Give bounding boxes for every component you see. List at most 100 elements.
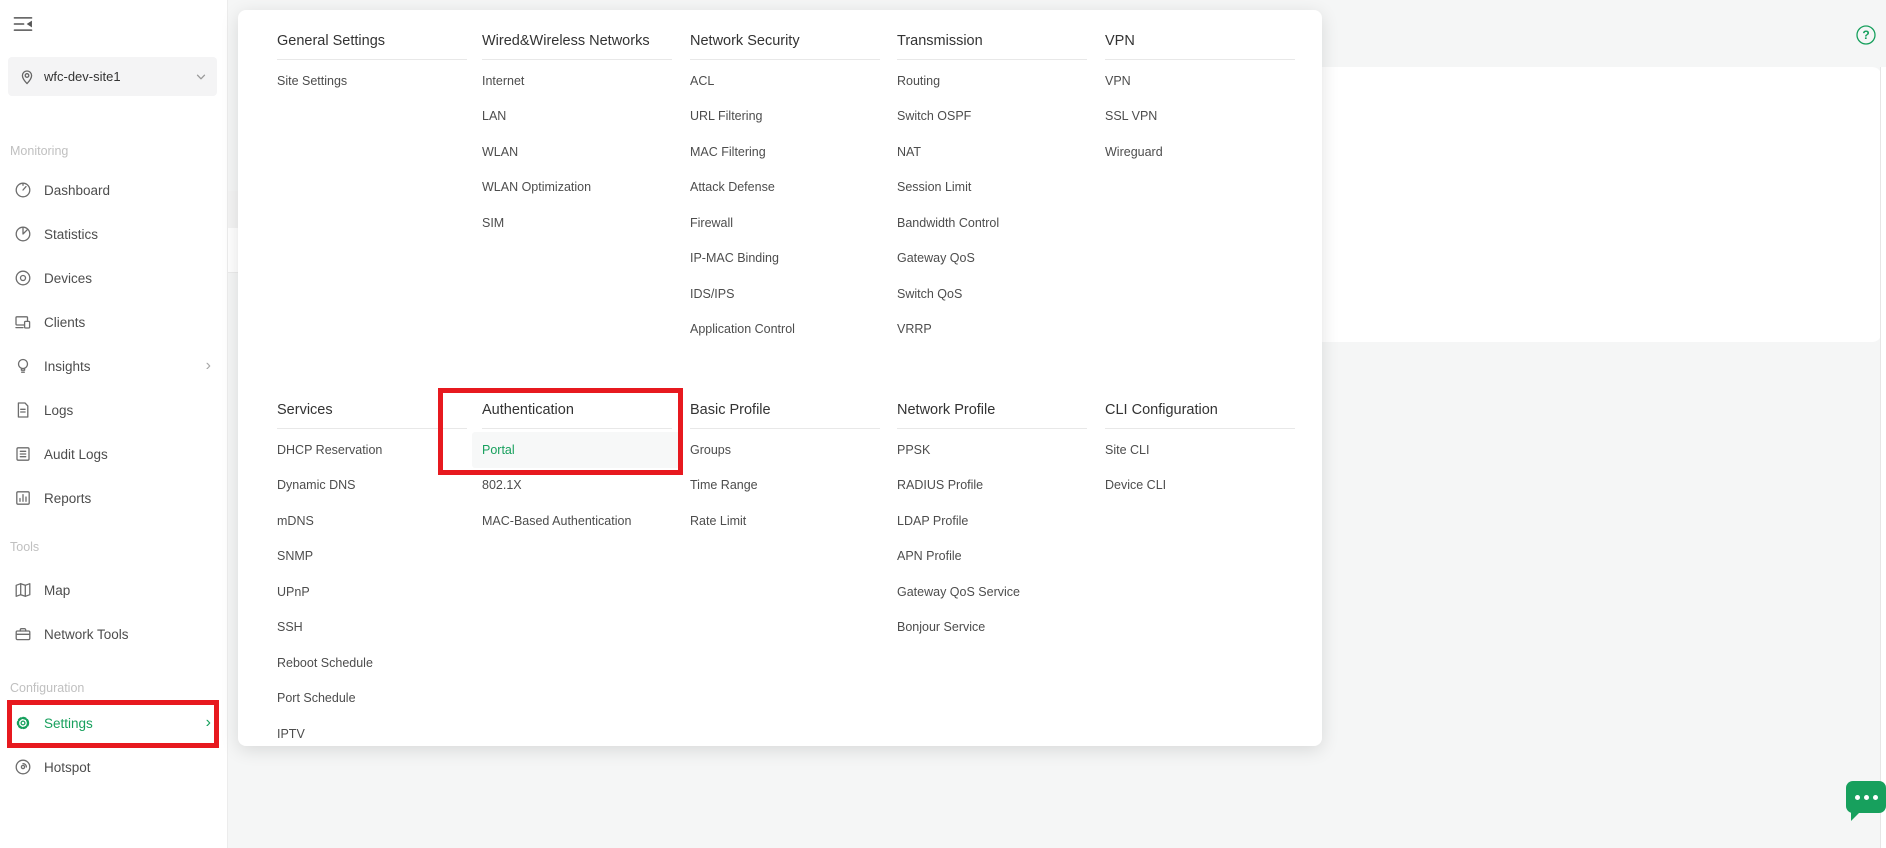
location-pin-icon (18, 68, 36, 86)
menu-column-title: VPN (1105, 32, 1295, 60)
menu-item-mdns[interactable]: mDNS (267, 503, 477, 539)
sidebar-item-dashboard[interactable]: Dashboard (0, 168, 227, 212)
menu-column-title: Authentication (482, 401, 672, 429)
menu-item-internet[interactable]: Internet (472, 63, 682, 99)
menu-item-dhcp-reservation[interactable]: DHCP Reservation (267, 432, 477, 468)
menu-item-time-range[interactable]: Time Range (680, 468, 890, 504)
menu-item-802-1x[interactable]: 802.1X (472, 468, 682, 504)
sidebar-item-network-tools[interactable]: Network Tools (0, 612, 227, 656)
chat-bubble-button[interactable] (1846, 781, 1886, 813)
menu-item-reboot-schedule[interactable]: Reboot Schedule (267, 645, 477, 681)
menu-item-lan[interactable]: LAN (472, 99, 682, 135)
sidebar-section-monitoring: MonitoringDashboardStatisticsDevicesClie… (0, 141, 227, 520)
menu-item-ppsk[interactable]: PPSK (887, 432, 1097, 468)
site-selector[interactable]: wfc-dev-site1 (8, 57, 217, 96)
lightbulb-icon (14, 357, 32, 375)
menu-item-session-limit[interactable]: Session Limit (887, 170, 1097, 206)
menu-column-transmission: TransmissionRoutingSwitch OSPFNATSession… (897, 32, 1087, 347)
sidebar-item-insights[interactable]: Insights › (0, 344, 227, 388)
menu-item-wlan-optimization[interactable]: WLAN Optimization (472, 170, 682, 206)
sidebar-item-settings[interactable]: Settings › (0, 701, 227, 745)
menu-items: Site Settings (277, 63, 467, 99)
menu-column-vpn: VPNVPNSSL VPNWireguard (1105, 32, 1295, 170)
sidebar-item-clients[interactable]: Clients (0, 300, 227, 344)
hotspot-icon (14, 758, 32, 776)
menu-item-ids-ips[interactable]: IDS/IPS (680, 276, 890, 312)
menu-item-groups[interactable]: Groups (680, 432, 890, 468)
menu-items: PPSKRADIUS ProfileLDAP ProfileAPN Profil… (897, 432, 1087, 645)
sidebar-item-label: Settings (44, 716, 93, 731)
sidebar-item-map[interactable]: Map (0, 568, 227, 612)
menu-item-site-settings[interactable]: Site Settings (267, 63, 477, 99)
menu-item-iptv[interactable]: IPTV (267, 716, 477, 752)
collapse-sidebar-button[interactable] (12, 13, 36, 37)
menu-item-switch-qos[interactable]: Switch QoS (887, 276, 1097, 312)
menu-item-url-filtering[interactable]: URL Filtering (680, 99, 890, 135)
menu-item-site-cli[interactable]: Site CLI (1095, 432, 1305, 468)
menu-item-sim[interactable]: SIM (472, 205, 682, 241)
sidebar-item-label: Insights (44, 359, 91, 374)
menu-column-network-security: Network SecurityACLURL FilteringMAC Filt… (690, 32, 880, 347)
menu-item-ssh[interactable]: SSH (267, 610, 477, 646)
menu-item-nat[interactable]: NAT (887, 134, 1097, 170)
menu-item-mac-filtering[interactable]: MAC Filtering (680, 134, 890, 170)
menu-item-portal[interactable]: Portal (472, 432, 682, 468)
menu-item-wireguard[interactable]: Wireguard (1095, 134, 1305, 170)
menu-column-title: Network Profile (897, 401, 1087, 429)
menu-column-authentication: AuthenticationPortal802.1XMAC-Based Auth… (482, 401, 672, 539)
menu-column-general-settings: General Settings Site Settings (277, 32, 467, 99)
menu-item-bandwidth-control[interactable]: Bandwidth Control (887, 205, 1097, 241)
sidebar-item-label: Dashboard (44, 183, 110, 198)
question-circle-icon: ? (1855, 24, 1877, 46)
menu-item-wlan[interactable]: WLAN (472, 134, 682, 170)
chat-bubble-tail (1851, 810, 1862, 821)
menu-item-bonjour-service[interactable]: Bonjour Service (887, 610, 1097, 646)
menu-item-ssl-vpn[interactable]: SSL VPN (1095, 99, 1305, 135)
sidebar-item-devices[interactable]: Devices (0, 256, 227, 300)
menu-item-routing[interactable]: Routing (887, 63, 1097, 99)
menu-item-device-cli[interactable]: Device CLI (1095, 468, 1305, 504)
scrollbar[interactable] (1880, 67, 1886, 848)
menu-column-title: General Settings (277, 32, 467, 60)
pie-chart-icon (14, 225, 32, 243)
sidebar-item-label: Statistics (44, 227, 98, 242)
sidebar-item-label: Reports (44, 491, 91, 506)
menu-item-ldap-profile[interactable]: LDAP Profile (887, 503, 1097, 539)
menu-item-mac-based-authentication[interactable]: MAC-Based Authentication (472, 503, 682, 539)
menu-item-vpn[interactable]: VPN (1095, 63, 1305, 99)
menu-items: Site CLIDevice CLI (1105, 432, 1295, 503)
menu-item-port-schedule[interactable]: Port Schedule (267, 681, 477, 717)
menu-item-firewall[interactable]: Firewall (680, 205, 890, 241)
chevron-right-icon: › (206, 358, 227, 374)
menu-item-upnp[interactable]: UPnP (267, 574, 477, 610)
menu-item-rate-limit[interactable]: Rate Limit (680, 503, 890, 539)
menu-items: GroupsTime RangeRate Limit (690, 432, 880, 539)
menu-item-acl[interactable]: ACL (680, 63, 890, 99)
sidebar: wfc-dev-site1 MonitoringDashboardStatist… (0, 0, 228, 848)
app-root: Add ACTION ? wfc-dev-site1 MonitoringDas… (0, 0, 1886, 848)
menu-item-vrrp[interactable]: VRRP (887, 312, 1097, 348)
menu-item-gateway-qos-service[interactable]: Gateway QoS Service (887, 574, 1097, 610)
sidebar-item-reports[interactable]: Reports (0, 476, 227, 520)
menu-item-apn-profile[interactable]: APN Profile (887, 539, 1097, 575)
menu-item-snmp[interactable]: SNMP (267, 539, 477, 575)
bar-chart-icon (14, 489, 32, 507)
chevron-right-icon: › (206, 715, 227, 731)
svg-text:?: ? (1862, 28, 1869, 42)
menu-item-attack-defense[interactable]: Attack Defense (680, 170, 890, 206)
menu-item-dynamic-dns[interactable]: Dynamic DNS (267, 468, 477, 504)
menu-item-switch-ospf[interactable]: Switch OSPF (887, 99, 1097, 135)
sidebar-item-audit-logs[interactable]: Audit Logs (0, 432, 227, 476)
menu-column-title: Services (277, 401, 467, 429)
chat-dot (1864, 795, 1869, 800)
sidebar-item-hotspot[interactable]: Hotspot (0, 745, 227, 789)
menu-item-radius-profile[interactable]: RADIUS Profile (887, 468, 1097, 504)
menu-item-gateway-qos[interactable]: Gateway QoS (887, 241, 1097, 277)
menu-item-application-control[interactable]: Application Control (680, 312, 890, 348)
sidebar-item-statistics[interactable]: Statistics (0, 212, 227, 256)
sidebar-item-label: Network Tools (44, 627, 129, 642)
help-button[interactable]: ? (1855, 24, 1877, 46)
sidebar-item-logs[interactable]: Logs (0, 388, 227, 432)
menu-item-ip-mac-binding[interactable]: IP-MAC Binding (680, 241, 890, 277)
document-icon (14, 401, 32, 419)
